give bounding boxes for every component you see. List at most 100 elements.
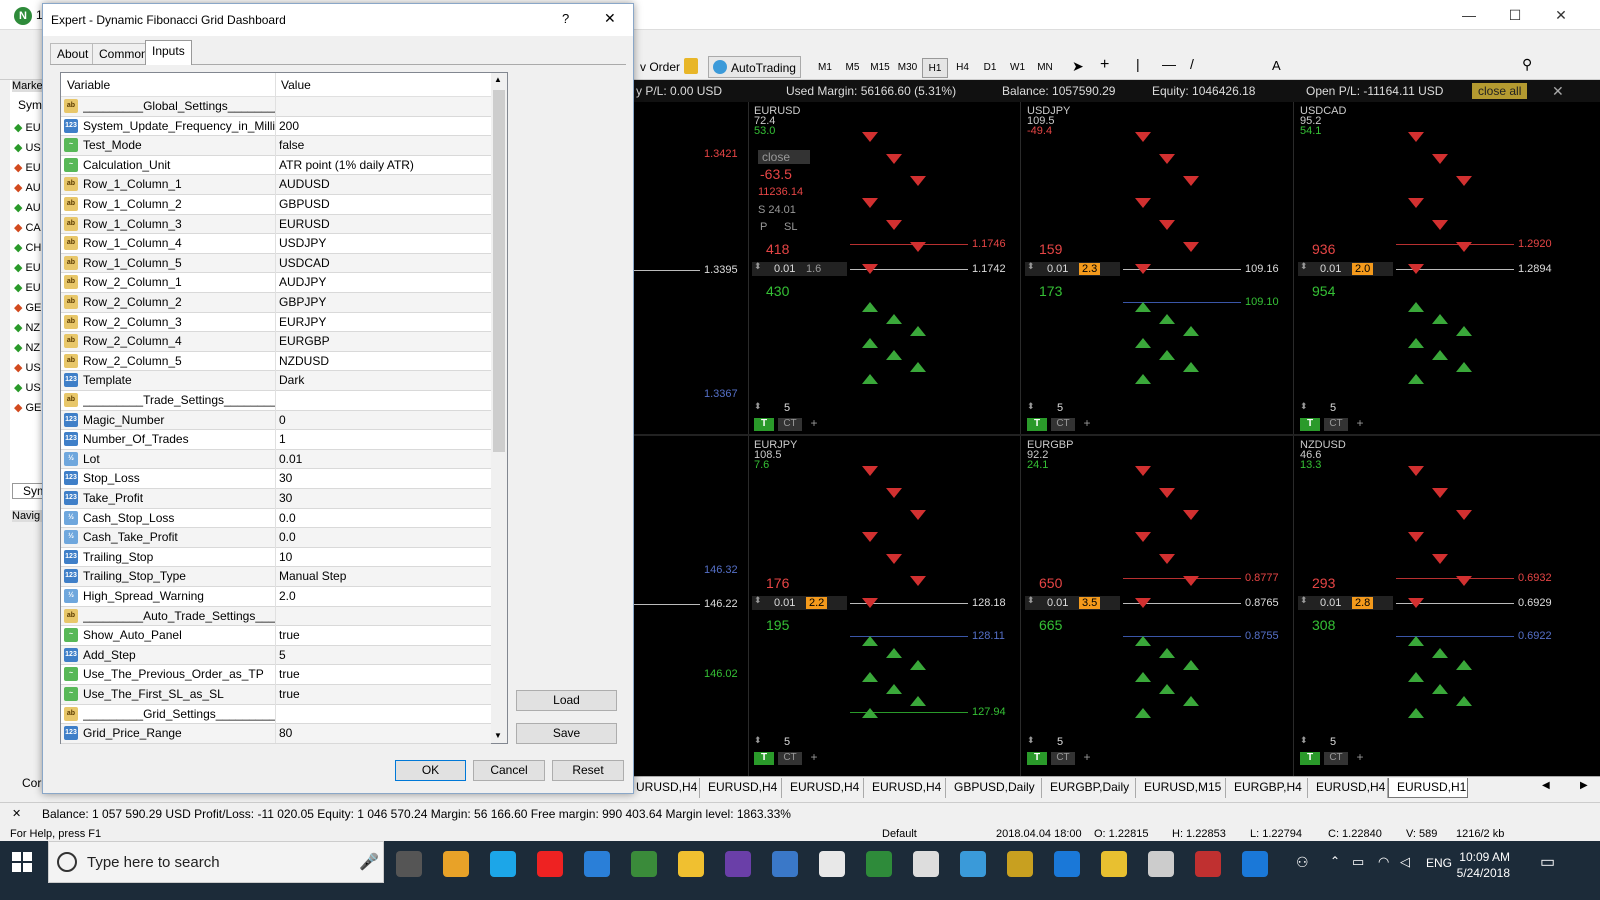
cell-ct-button[interactable]: CT: [778, 418, 802, 431]
input-row[interactable]: ab Row_1_Column_1 AUDUSD: [61, 175, 491, 195]
cell-t-button[interactable]: T: [1027, 418, 1047, 431]
input-value[interactable]: 30: [279, 469, 489, 488]
ok-button[interactable]: OK: [395, 760, 466, 781]
windows-start-icon[interactable]: [12, 852, 32, 872]
settings-gear-icon[interactable]: ✕: [1552, 80, 1564, 102]
chart-tab[interactable]: URUSD,H4: [628, 778, 700, 798]
steps-stepper-icon[interactable]: ⬍: [1300, 735, 1308, 746]
input-value[interactable]: 0.01: [279, 450, 489, 469]
chart-tab[interactable]: EURGBP,Daily: [1042, 778, 1136, 798]
taskbar-app-icon[interactable]: [772, 851, 798, 877]
market-watch-row[interactable]: ◆ NZ: [14, 318, 44, 338]
market-watch-row[interactable]: ◆ NZ: [14, 338, 44, 358]
market-watch-row[interactable]: ◆ US: [14, 358, 44, 378]
cell-steps[interactable]: 5: [784, 402, 790, 414]
toolbox-close-icon[interactable]: ✕: [12, 803, 21, 825]
input-row[interactable]: ~ Show_Auto_Panel true: [61, 626, 491, 646]
timeframe-w1[interactable]: W1: [1005, 58, 1031, 78]
lot-stepper-icon[interactable]: ⬍: [1027, 261, 1035, 272]
lot-stepper-icon[interactable]: ⬍: [1300, 261, 1308, 272]
input-value[interactable]: 0.0: [279, 528, 489, 547]
cell-steps[interactable]: 5: [1330, 402, 1336, 414]
taskbar-app-icon[interactable]: [443, 851, 469, 877]
market-watch-row[interactable]: ◆ GE: [14, 298, 44, 318]
value-column-header[interactable]: Value: [281, 78, 311, 92]
lot-stepper-icon[interactable]: ⬍: [754, 595, 762, 606]
cell-lot[interactable]: 0.01: [1047, 263, 1068, 275]
vertical-line-icon[interactable]: |: [1136, 56, 1140, 72]
input-value[interactable]: 5: [279, 646, 489, 665]
cell-steps[interactable]: 5: [1057, 736, 1063, 748]
input-row[interactable]: 123 Stop_Loss 30: [61, 469, 491, 489]
cell-plus-button[interactable]: +: [1352, 750, 1368, 764]
dialog-tab-about[interactable]: About: [50, 43, 96, 64]
input-value[interactable]: true: [279, 626, 489, 645]
taskbar-app-icon[interactable]: [866, 851, 892, 877]
input-row[interactable]: 123 System_Update_Frequency_in_Millise...…: [61, 116, 491, 137]
volume-icon[interactable]: ◁: [1400, 854, 1410, 870]
input-value[interactable]: Dark: [279, 371, 489, 390]
input-row[interactable]: ~ Use_The_First_SL_as_SL true: [61, 685, 491, 705]
input-row[interactable]: 123 Take_Profit 30: [61, 489, 491, 509]
input-row[interactable]: ½ High_Spread_Warning 2.0: [61, 587, 491, 607]
cancel-button[interactable]: Cancel: [473, 760, 545, 781]
tabs-scroll-right-icon[interactable]: ▶: [1580, 780, 1588, 791]
market-watch-row[interactable]: ◆ CH: [14, 238, 44, 258]
taskbar-app-icon[interactable]: [584, 851, 610, 877]
tabs-scroll-left-icon[interactable]: ◀: [1542, 780, 1550, 791]
cell-t-button[interactable]: T: [754, 752, 774, 765]
close-button[interactable]: ✕: [1538, 4, 1584, 26]
market-watch-row[interactable]: ◆ US: [14, 378, 44, 398]
input-value[interactable]: EURUSD: [279, 215, 489, 234]
timeframe-h1[interactable]: H1: [922, 58, 948, 78]
taskbar-app-icon[interactable]: [678, 851, 704, 877]
input-row[interactable]: ab Row_1_Column_3 EURUSD: [61, 214, 491, 235]
microphone-icon[interactable]: 🎤: [359, 852, 379, 872]
market-watch-row[interactable]: ◆ US: [14, 138, 44, 158]
input-value[interactable]: 2.0: [279, 587, 489, 606]
steps-stepper-icon[interactable]: ⬍: [1300, 401, 1308, 412]
taskbar-app-icon[interactable]: [960, 851, 986, 877]
market-watch-row[interactable]: ◆ AU: [14, 198, 44, 218]
taskbar-search[interactable]: Type here to search 🎤: [48, 841, 384, 883]
load-button[interactable]: Load: [516, 690, 617, 711]
input-row[interactable]: ab Row_2_Column_3 EURJPY: [61, 312, 491, 333]
trendline-icon[interactable]: /: [1190, 56, 1194, 72]
market-watch-row[interactable]: ◆ AU: [14, 178, 44, 198]
crosshair-icon[interactable]: +: [1100, 56, 1109, 74]
cell-ct-button[interactable]: CT: [778, 752, 802, 765]
variable-column-header[interactable]: Variable: [67, 78, 110, 92]
horizontal-line-icon[interactable]: —: [1162, 56, 1176, 72]
chart-tab[interactable]: EURUSD,H4: [700, 778, 782, 798]
steps-stepper-icon[interactable]: ⬍: [754, 735, 762, 746]
input-row[interactable]: ab Row_2_Column_4 EURGBP: [61, 332, 491, 352]
input-row[interactable]: ab Row_2_Column_5 NZDUSD: [61, 351, 491, 372]
input-value[interactable]: USDJPY: [279, 234, 489, 253]
cell-close-button[interactable]: close: [758, 150, 810, 164]
save-button[interactable]: Save: [516, 723, 617, 744]
new-order-button[interactable]: v Order: [636, 56, 684, 78]
scroll-up-icon[interactable]: ▲: [494, 75, 502, 84]
input-value[interactable]: EURGBP: [279, 332, 489, 351]
taskbar-app-icon[interactable]: [1242, 851, 1268, 877]
chart-tab[interactable]: EURUSD,H4: [782, 778, 864, 798]
cell-t-button[interactable]: T: [1027, 752, 1047, 765]
text-icon[interactable]: A: [1272, 58, 1281, 73]
notifications-icon[interactable]: ▭: [1540, 852, 1555, 872]
input-row[interactable]: ½ Lot 0.01: [61, 449, 491, 470]
cell-plus-button[interactable]: +: [1352, 416, 1368, 430]
cell-t-button[interactable]: T: [1300, 418, 1320, 431]
chart-tab[interactable]: EURGBP,H4: [1226, 778, 1308, 798]
taskbar-app-icon[interactable]: [1101, 851, 1127, 877]
input-value[interactable]: 200: [279, 117, 489, 136]
input-row[interactable]: 123 Template Dark: [61, 371, 491, 391]
input-row[interactable]: 123 Trailing_Stop_Type Manual Step: [61, 567, 491, 587]
taskbar-app-icon[interactable]: [819, 851, 845, 877]
input-value[interactable]: true: [279, 665, 489, 684]
input-value[interactable]: 10: [279, 548, 489, 567]
input-row[interactable]: 123 Magic_Number 0: [61, 410, 491, 431]
cell-ct-button[interactable]: CT: [1051, 418, 1075, 431]
cell-p-button[interactable]: P: [760, 221, 767, 233]
lot-stepper-icon[interactable]: ⬍: [1027, 595, 1035, 606]
input-value[interactable]: Manual Step: [279, 567, 489, 586]
